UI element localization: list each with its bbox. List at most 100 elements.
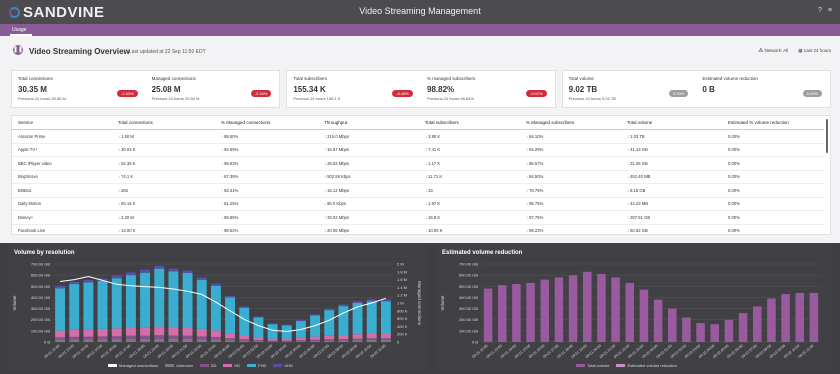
table-row[interactable]: Facebook Live ↓13.00 K ↑98.62% ↓20.06 Mbps ↓… — [12, 224, 824, 234]
arrow-down-icon: ↓ — [324, 174, 327, 180]
table-row[interactable]: BBC iPlayer video ↓62.39 K ↓99.63% ↓28.53 M… — [12, 156, 824, 171]
bar — [540, 279, 549, 342]
legend-swatch — [273, 364, 283, 367]
cell-value: 452.40 MB — [630, 174, 651, 180]
bar-segment — [140, 335, 151, 339]
arrow-down-icon: ↓ — [526, 187, 529, 193]
bar-segment — [310, 314, 321, 316]
bar-segment — [253, 317, 264, 338]
column-header[interactable]: % Managed subscribers — [520, 116, 621, 130]
bar-segment — [281, 341, 292, 342]
bar-segment — [239, 340, 250, 342]
legend-label: SD — [210, 363, 217, 368]
arrow-down-icon: ↓ — [526, 201, 529, 207]
column-header[interactable]: Total volume — [621, 116, 722, 130]
y2-tick-label: 400 K — [397, 324, 408, 329]
cell-value: 74.1 K — [121, 174, 134, 180]
arrow-down-icon: ↓ — [118, 187, 121, 193]
arrow-down-icon: ↓ — [221, 160, 224, 166]
bar-segment — [239, 339, 250, 341]
legend-item[interactable]: Managed connections — [108, 363, 158, 368]
bar — [696, 323, 705, 342]
bar-segment — [352, 338, 363, 341]
kpi-change-badge: 0.00% — [668, 90, 689, 97]
cell-value: 0.00% — [728, 214, 740, 220]
bar — [781, 294, 790, 342]
y-tick-label: 200.00 GB — [31, 317, 50, 322]
legend-item[interactable]: HD — [223, 363, 240, 368]
column-header[interactable]: % Managed connections — [215, 116, 318, 130]
bar-segment — [154, 338, 165, 342]
y2-tick-label: 0 — [397, 340, 400, 345]
table-row[interactable]: Apple TV+ ↓30.02 K ↓94.59% ↑16.57 Mbps ↑7.41… — [12, 143, 824, 157]
y2-tick-label: 2 M — [397, 262, 404, 267]
arrow-down-icon: ↓ — [627, 160, 630, 166]
legend-item[interactable]: UHD — [273, 363, 293, 368]
table-body: Amazon Prime ↓1.50 M ↓89.50% ↑215.0 Mbps ↓3.… — [12, 129, 824, 234]
bar — [554, 277, 564, 342]
table-scrollbar[interactable] — [826, 119, 828, 153]
bar-segment — [281, 340, 292, 342]
legend-item[interactable]: Unknown — [165, 363, 193, 368]
column-header[interactable]: Total connections — [112, 116, 215, 130]
legend-label: Managed connections — [119, 363, 159, 368]
pause-icon[interactable]: ❚❚ — [13, 45, 23, 55]
kpi-label: Estimated volume reduction — [702, 76, 758, 81]
table-cell: ↓84.10% — [520, 129, 621, 144]
column-header[interactable]: Throughput — [318, 116, 419, 130]
table-cell: ↓31.05 GB — [621, 156, 722, 171]
arrow-down-icon: ↓ — [526, 160, 529, 166]
menu-icon[interactable]: ≡ — [828, 7, 832, 14]
cell-value: 81.25% — [224, 201, 239, 207]
y-tick-label: 400.00 GB — [31, 295, 50, 300]
help-icon[interactable]: ? — [818, 7, 822, 14]
kpi-label: Managed connections — [151, 76, 196, 81]
legend-swatch — [108, 364, 117, 367]
table-row[interactable]: Amazon Prime ↓1.50 M ↓89.50% ↑215.0 Mbps ↓3.… — [12, 129, 824, 144]
column-header[interactable]: Estimated % volume reduction — [722, 116, 824, 130]
bar-segment — [352, 340, 363, 342]
legend-item[interactable]: Total volume — [576, 363, 609, 368]
table-cell: ↓16.12 Mbps — [318, 183, 419, 198]
overview-filters: ⁂ Network: All ▦ Last 24 hours — [759, 48, 831, 54]
column-header[interactable]: Service — [12, 116, 112, 130]
bar-segment — [338, 306, 349, 336]
network-filter[interactable]: ⁂ Network: All — [759, 48, 789, 54]
bar-segment — [140, 338, 151, 342]
cell-value: 95.75% — [529, 201, 544, 207]
cell-value: 84.10% — [529, 133, 544, 139]
cell-value: 16.57 Mbps — [327, 147, 349, 153]
cell-value: 13.00 K — [121, 228, 136, 234]
bar-segment — [97, 328, 108, 337]
tab-usage[interactable]: Usage — [12, 27, 26, 33]
table-cell: 0.00% — [722, 224, 824, 234]
cell-value: 30.02 K — [121, 147, 136, 153]
cell-value: 31.05 GB — [630, 160, 648, 166]
bar-segment — [111, 275, 122, 279]
y-tick-label: 300.00 GB — [459, 306, 478, 311]
y-tick-label: 100.00 GB — [459, 328, 478, 333]
column-header[interactable]: Total subscribers — [419, 116, 520, 130]
table-row[interactable]: BritBox ↓282 ↑93.41% ↓16.12 Mbps ↓33 ↓78.79% ↓… — [12, 183, 824, 198]
cell-value: 94.59% — [224, 147, 239, 153]
network-filter-label: Network: All — [764, 48, 789, 53]
table-row[interactable]: Daily Motion ↓60.15 K ↑81.25% ↓90.0 Kbps ↓1.… — [12, 197, 824, 211]
bar-segment — [69, 329, 80, 337]
bar-segment — [55, 288, 66, 331]
table-row[interactable]: Brightcove ↓74.1 K ↓87.39% ↓502.59 Kbps ↓11.… — [12, 170, 824, 184]
legend-item[interactable]: FHD — [247, 363, 266, 368]
table-cell: ↓13.00 K — [112, 224, 215, 234]
kpi-managed-connections: Managed connections 25.08 M Previous 24 … — [146, 71, 280, 107]
bar-segment — [338, 304, 349, 307]
table-cell: ↓282 — [112, 183, 215, 198]
cell-value: 94.29% — [529, 147, 544, 153]
tab-active-indicator — [10, 34, 32, 36]
time-range[interactable]: ▦ Last 24 hours — [798, 48, 831, 54]
cell-value: 78.79% — [529, 187, 544, 193]
legend-item[interactable]: SD — [199, 363, 217, 368]
table-header-row: Service Total connections % Managed conn… — [12, 116, 824, 130]
table-row[interactable]: Disney+ ↓3.20 M ↓99.85% ↑33.03 Mbps ↓16.8 K ↑… — [12, 210, 824, 225]
bar-segment — [55, 337, 66, 340]
x-tick-label: 09-22 11:00 — [369, 344, 386, 359]
legend-item[interactable]: Estimated volume reduction — [616, 363, 677, 368]
